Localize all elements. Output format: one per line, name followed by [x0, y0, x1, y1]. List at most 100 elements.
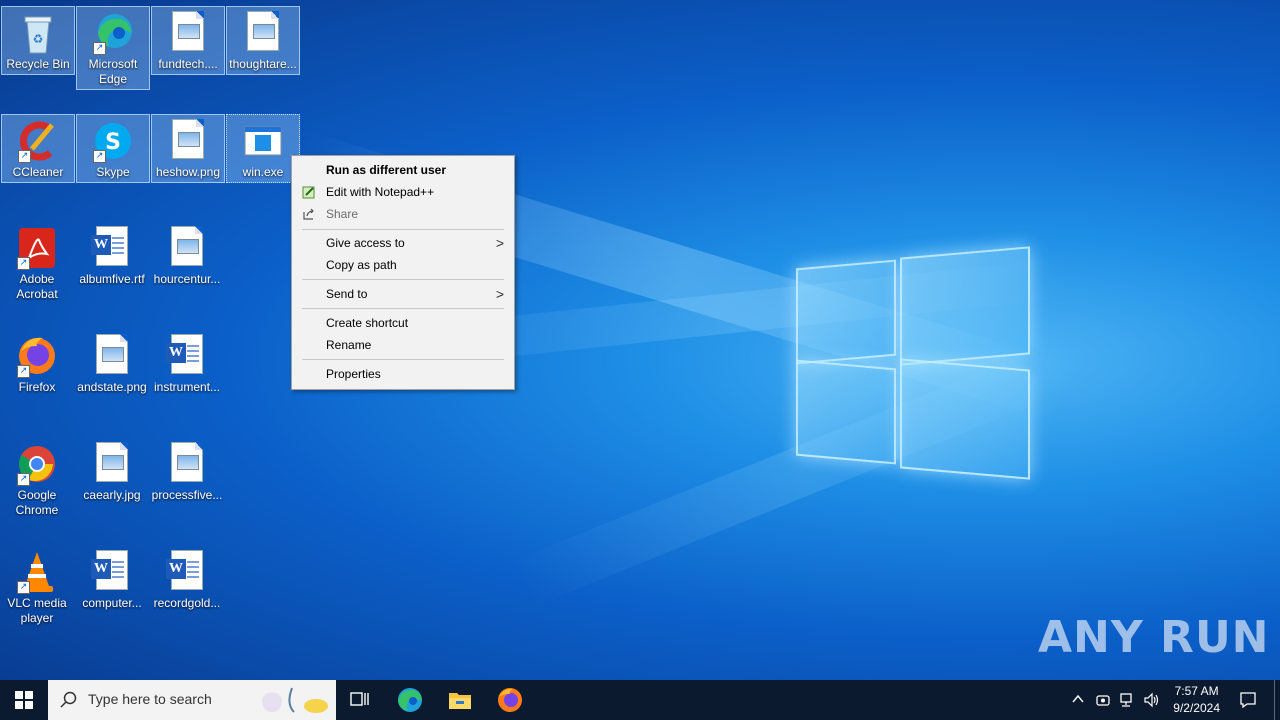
action-center-button[interactable] — [1226, 680, 1270, 720]
icon-label: VLC media player — [7, 596, 67, 625]
firefox-icon: ↗ — [17, 334, 57, 378]
icon-label: caearly.jpg — [83, 488, 141, 502]
icon-label: Skype — [96, 165, 130, 179]
shortcut-arrow-icon: ↗ — [17, 257, 30, 270]
icon-label: computer... — [82, 596, 142, 610]
image-file-icon — [167, 442, 207, 486]
desktop-icon-adobe-acrobat[interactable]: ↗ Adobe Acrobat — [1, 222, 73, 302]
icon-label: Microsoft Edge — [88, 57, 138, 86]
notepad-plus-plus-icon — [302, 185, 316, 199]
image-file-icon — [92, 334, 132, 378]
task-view-icon — [350, 692, 369, 706]
search-icon — [60, 691, 77, 708]
desktop-icon-ccleaner[interactable]: ↗ CCleaner — [1, 114, 75, 183]
icon-label: CCleaner — [12, 165, 64, 179]
desktop-icon-albumfive[interactable]: W albumfive.rtf — [76, 222, 148, 287]
icon-label: heshow.png — [155, 165, 221, 179]
volume-icon[interactable] — [1143, 692, 1159, 711]
menu-item-create-shortcut[interactable]: Create shortcut — [292, 312, 514, 334]
chevron-up-icon[interactable] — [1071, 692, 1085, 709]
desktop-icon-vlc[interactable]: ↗ VLC media player — [1, 546, 73, 626]
icon-label: Adobe Acrobat — [16, 272, 58, 301]
menu-separator — [302, 229, 504, 230]
taskbar-search-box[interactable]: Type here to search — [48, 680, 336, 720]
image-file-icon — [168, 119, 208, 163]
desktop-icon-recycle-bin[interactable]: ♻ Recycle Bin — [1, 6, 75, 75]
shortcut-arrow-icon: ↗ — [17, 581, 30, 594]
menu-item-rename[interactable]: Rename — [292, 334, 514, 356]
icon-label: thoughtare... — [229, 57, 297, 71]
folder-icon — [449, 693, 471, 709]
meet-now-icon[interactable] — [1095, 692, 1111, 711]
desktop-icon-recordgold[interactable]: W recordgold... — [151, 546, 223, 611]
menu-item-copy-as-path[interactable]: Copy as path — [292, 254, 514, 276]
taskbar-edge[interactable] — [386, 680, 434, 720]
network-icon[interactable] — [1119, 692, 1135, 711]
desktop-icon-win-exe[interactable]: win.exe — [226, 114, 300, 183]
image-file-icon — [167, 226, 207, 270]
icon-label: recordgold... — [153, 596, 221, 610]
menu-item-label: Give access to — [326, 236, 405, 250]
menu-item-give-access-to[interactable]: Give access to > — [292, 232, 514, 254]
icon-label: win.exe — [242, 165, 284, 179]
menu-separator — [302, 308, 504, 309]
image-file-icon — [92, 442, 132, 486]
taskbar: Type here to search 7:57 AM 9/2/2024 — [0, 680, 1280, 720]
share-icon — [302, 207, 316, 221]
desktop-icon-hourcentur[interactable]: hourcentur... — [151, 222, 223, 287]
anyrun-watermark: ANY RUN — [1038, 612, 1270, 663]
menu-item-properties[interactable]: Properties — [292, 363, 514, 385]
icon-label: Google Chrome — [15, 488, 59, 517]
desktop-icon-andstate[interactable]: andstate.png — [76, 330, 148, 395]
menu-item-label: Edit with Notepad++ — [326, 185, 435, 199]
windows-start-icon — [15, 691, 33, 709]
start-button[interactable] — [0, 680, 48, 720]
desktop-icon-processfive[interactable]: processfive... — [151, 438, 223, 503]
menu-item-share[interactable]: Share — [292, 203, 514, 225]
icon-label: instrument... — [153, 380, 221, 394]
image-file-icon — [243, 11, 283, 55]
word-document-icon: W — [166, 550, 207, 594]
desktop-icon-thoughtare[interactable]: thoughtare... — [226, 6, 300, 75]
desktop-icon-skype[interactable]: S ↗ Skype — [76, 114, 150, 183]
taskbar-firefox[interactable] — [486, 680, 534, 720]
menu-item-label: Copy as path — [326, 258, 397, 272]
desktop-icon-instrument[interactable]: W instrument... — [151, 330, 223, 395]
search-placeholder: Type here to search — [88, 691, 212, 707]
show-desktop-button[interactable] — [1274, 680, 1280, 720]
menu-separator — [302, 359, 504, 360]
desktop-icon-fundtech[interactable]: fundtech.... — [151, 6, 225, 75]
ccleaner-icon: ↗ — [18, 119, 58, 163]
edge-icon — [398, 688, 422, 712]
svg-text:♻: ♻ — [33, 32, 44, 46]
menu-separator — [302, 279, 504, 280]
chrome-icon: ↗ — [17, 442, 57, 486]
menu-item-label: Send to — [326, 287, 368, 301]
menu-item-send-to[interactable]: Send to > — [292, 283, 514, 305]
edge-icon: ↗ — [93, 11, 133, 55]
menu-item-run-as-different-user[interactable]: Run as different user — [292, 159, 514, 181]
desktop-icon-firefox[interactable]: ↗ Firefox — [1, 330, 73, 395]
desktop-icon-google-chrome[interactable]: ↗ Google Chrome — [1, 438, 73, 518]
shortcut-arrow-icon: ↗ — [18, 150, 31, 163]
task-view-button[interactable] — [336, 680, 384, 720]
desktop-icon-caearly[interactable]: caearly.jpg — [76, 438, 148, 503]
menu-item-label: Share — [326, 207, 359, 221]
menu-item-label: Run as different user — [326, 163, 447, 177]
icon-label: hourcentur... — [153, 272, 221, 286]
menu-item-edit-with-notepad[interactable]: Edit with Notepad++ — [292, 181, 514, 203]
icon-label: albumfive.rtf — [79, 272, 145, 286]
menu-item-label: Properties — [326, 367, 381, 381]
icon-label: fundtech.... — [158, 57, 218, 71]
desktop-icon-computer[interactable]: W computer... — [76, 546, 148, 611]
desktop-icon-microsoft-edge[interactable]: ↗ Microsoft Edge — [76, 6, 150, 90]
desktop-icon-heshow[interactable]: heshow.png — [151, 114, 225, 183]
search-highlight-icon — [262, 687, 328, 713]
taskbar-clock[interactable]: 7:57 AM 9/2/2024 — [1173, 683, 1220, 717]
desktop: ♻ Recycle Bin ↗ Microsoft Edge fundtech.… — [0, 0, 1280, 680]
vlc-icon: ↗ — [17, 550, 57, 594]
taskbar-file-explorer[interactable] — [436, 680, 484, 720]
word-document-icon: W — [166, 334, 207, 378]
clock-time: 7:57 AM — [1174, 684, 1219, 698]
icon-label: processfive... — [151, 488, 223, 502]
